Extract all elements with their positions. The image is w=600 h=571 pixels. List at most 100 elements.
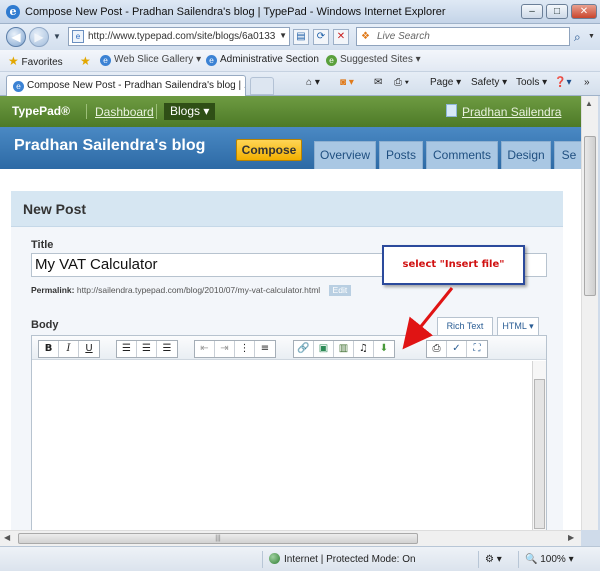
permalink-label: Permalink: xyxy=(31,285,75,295)
align-right-button[interactable]: ☰ xyxy=(157,341,177,357)
favorites-label: Favorites xyxy=(21,57,63,68)
page-horizontal-scrollbar[interactable]: ◀ ||| ▶ xyxy=(0,530,581,546)
new-post-heading: New Post xyxy=(23,201,87,217)
blog-title[interactable]: Pradhan Sailendra's blog xyxy=(14,137,205,155)
fullscreen-icon[interactable]: ⛶ xyxy=(467,341,487,357)
indent-button[interactable]: ⇥ xyxy=(215,341,235,357)
feeds-icon[interactable]: ◙ ▾ xyxy=(340,77,354,88)
maximize-button[interactable]: □ xyxy=(546,4,568,19)
underline-button[interactable]: U xyxy=(79,341,99,357)
insert-link-icon[interactable]: 🔗 xyxy=(294,341,314,357)
insert-audio-icon[interactable]: ♫ xyxy=(354,341,374,357)
favorite-suggested-sites[interactable]: e Suggested Sites ▾ xyxy=(326,54,421,66)
align-left-button[interactable]: ☰ xyxy=(117,341,137,357)
new-post-header: New Post xyxy=(11,191,563,227)
security-zone[interactable]: Internet | Protected Mode: On xyxy=(262,551,478,568)
address-url: http://www.typepad.com/site/blogs/6a0133 xyxy=(88,31,276,42)
scroll-left-icon[interactable]: ◀ xyxy=(4,533,10,542)
forward-button[interactable]: ▶ xyxy=(29,27,49,47)
print-preview-icon[interactable]: ⎙ xyxy=(427,341,447,357)
browser-tab-active[interactable]: e Compose New Post - Pradhan Sailendra's … xyxy=(6,75,246,96)
page-menu[interactable]: Page ▾ xyxy=(430,77,461,88)
zoom-level[interactable]: 🔍 100% ▾ xyxy=(518,551,588,568)
insert-group: 🔗 ▣ ▥ ♫ ⬇ xyxy=(293,340,395,358)
address-field[interactable]: e http://www.typepad.com/site/blogs/6a01… xyxy=(68,27,290,46)
live-search-logo-icon: ❖ xyxy=(361,31,370,42)
horizontal-scroll-thumb[interactable]: ||| xyxy=(18,533,418,544)
insert-image-icon[interactable]: ▣ xyxy=(314,341,334,357)
window-title: Compose New Post - Pradhan Sailendra's b… xyxy=(25,6,446,18)
tab-overview[interactable]: Overview xyxy=(314,141,376,169)
italic-button[interactable]: I xyxy=(59,341,79,357)
tab-comments[interactable]: Comments xyxy=(426,141,498,169)
address-dropdown-icon[interactable]: ▼ xyxy=(279,31,287,40)
scroll-up-icon[interactable]: ▲ xyxy=(585,99,593,108)
tab-page-icon: e xyxy=(13,81,24,92)
home-icon[interactable]: ⌂ ▾ xyxy=(306,77,320,88)
refresh-icon[interactable]: ⟳ xyxy=(313,29,329,45)
blogs-menu[interactable]: Blogs ▾ xyxy=(164,103,216,120)
search-options-icon[interactable]: ▼ xyxy=(588,33,595,40)
indent-list-group: ⇤ ⇥ ⋮ ≡ xyxy=(194,340,276,358)
back-button[interactable]: ◀ xyxy=(6,27,26,47)
dashboard-link[interactable]: Dashboard xyxy=(95,105,154,119)
permalink-edit-button[interactable]: Edit xyxy=(328,285,352,296)
page-scroll-thumb[interactable] xyxy=(584,136,596,296)
search-icon[interactable]: ⌕ xyxy=(574,30,581,45)
favorites-bar: ★ Favorites ★ e Web Slice Gallery ▾ e Admi… xyxy=(0,50,600,72)
html-tab[interactable]: HTML ▾ xyxy=(497,317,539,336)
search-field[interactable]: ❖ Live Search xyxy=(356,27,570,46)
rich-text-tab[interactable]: Rich Text xyxy=(437,317,493,336)
new-tab-button[interactable] xyxy=(250,77,274,95)
divider xyxy=(86,104,87,119)
instruction-callout: select "Insert file" xyxy=(382,245,525,285)
recent-pages-dropdown-icon[interactable]: ▼ xyxy=(53,32,61,41)
tools-menu[interactable]: Tools ▾ xyxy=(516,77,547,88)
align-center-button[interactable]: ☰ xyxy=(137,341,157,357)
stop-icon[interactable]: ✕ xyxy=(333,29,349,45)
safety-menu[interactable]: Safety ▾ xyxy=(471,77,507,88)
permalink-url: http://sailendra.typepad.com/blog/2010/0… xyxy=(76,285,321,295)
insert-file-icon[interactable]: ⬇ xyxy=(374,341,394,357)
tools-group: ⎙ ✓ ⛶ xyxy=(426,340,488,358)
more-commands-icon[interactable]: » xyxy=(584,77,590,88)
protected-mode-icon[interactable]: ⚙ ▾ xyxy=(478,551,518,568)
tab-posts[interactable]: Posts xyxy=(379,141,423,169)
bulleted-list-button[interactable]: ⋮ xyxy=(235,341,255,357)
editor-toolbar: B I U ☰ ☰ ☰ ⇤ ⇥ ⋮ ≡ 🔗 ▣ ▥ ♫ ⬇ ⎙ ✓ ⛶ xyxy=(32,336,546,360)
favorite-web-slice-gallery[interactable]: e Web Slice Gallery ▾ xyxy=(100,54,201,66)
status-bar: Internet | Protected Mode: On ⚙ ▾ 🔍 100%… xyxy=(0,546,600,571)
spellcheck-icon[interactable]: ✓ xyxy=(447,341,467,357)
editor-text-area[interactable] xyxy=(32,361,532,530)
favorites-button[interactable]: ★ Favorites xyxy=(8,54,63,68)
read-mail-icon[interactable]: ✉ xyxy=(374,77,382,88)
typepad-logo[interactable]: TypePad® xyxy=(12,104,70,118)
insert-video-icon[interactable]: ▥ xyxy=(334,341,354,357)
editor-scroll-thumb[interactable] xyxy=(534,379,545,529)
compose-button[interactable]: Compose xyxy=(236,139,302,161)
tab-design[interactable]: Design xyxy=(501,141,551,169)
divider xyxy=(156,104,157,119)
user-name-link[interactable]: Pradhan Sailendra xyxy=(462,105,561,119)
text-style-group: B I U xyxy=(38,340,100,358)
close-button[interactable]: ✕ xyxy=(571,4,597,19)
print-icon[interactable]: ⎙ ▾ xyxy=(394,77,409,88)
minimize-button[interactable]: – xyxy=(521,4,543,19)
bold-button[interactable]: B xyxy=(39,341,59,357)
tab-settings[interactable]: Se xyxy=(554,141,581,169)
suggested-sites-icon: e xyxy=(326,55,337,66)
outdent-button[interactable]: ⇤ xyxy=(195,341,215,357)
numbered-list-button[interactable]: ≡ xyxy=(255,341,275,357)
typepad-top-bar: TypePad® Dashboard Blogs ▾ Pradhan Saile… xyxy=(0,96,581,127)
scroll-right-icon[interactable]: ▶ xyxy=(568,533,574,542)
permalink-row: Permalink: http://sailendra.typepad.com/… xyxy=(31,285,352,296)
ie-page-icon: e xyxy=(206,55,217,66)
body-label: Body xyxy=(31,319,59,331)
favorite-administrative-section[interactable]: e Administrative Section xyxy=(206,54,319,66)
compatibility-view-icon[interactable]: ▤ xyxy=(293,29,309,45)
add-to-favorites-icon[interactable]: ★ xyxy=(80,54,91,68)
new-post-panel: New Post Title My VAT Calculator Permali… xyxy=(11,191,563,530)
help-icon[interactable]: ❓▾ xyxy=(554,77,571,88)
page-vertical-scrollbar[interactable]: ▲ xyxy=(581,96,598,530)
editor-scrollbar[interactable] xyxy=(532,361,546,530)
